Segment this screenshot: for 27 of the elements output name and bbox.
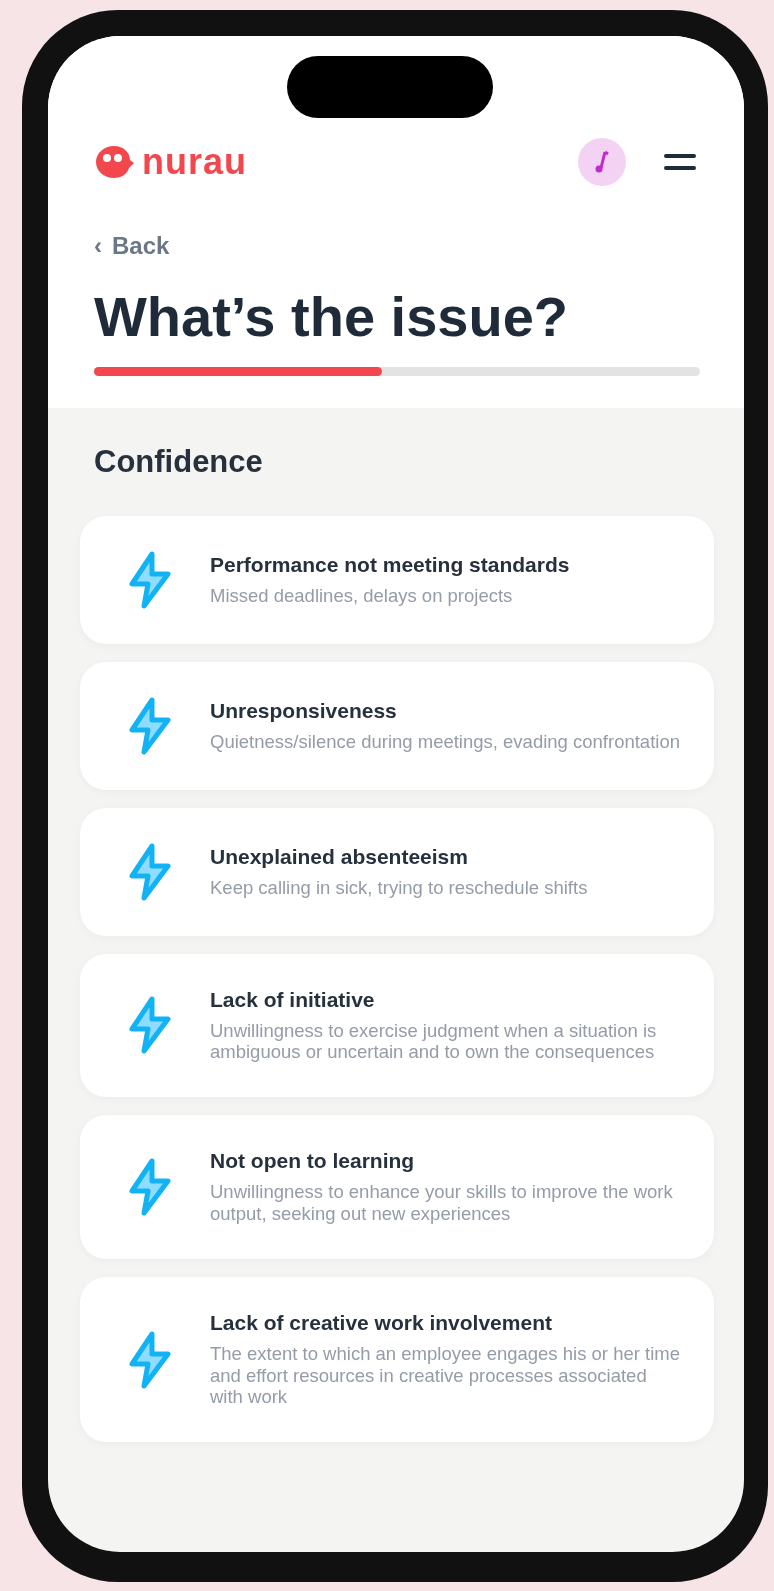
logo-icon <box>94 143 134 180</box>
issue-title: Not open to learning <box>210 1149 416 1174</box>
music-note-icon <box>593 149 611 174</box>
issue-description: Missed deadlines, delays on projects <box>210 584 514 607</box>
issue-description: Keep calling in sick, trying to reschedule shifts <box>210 876 588 899</box>
menu-icon <box>664 152 696 171</box>
issue-description: The extent to which an employee engages his or her time and effort resources in creative processes associated with work <box>210 1342 681 1409</box>
issue-card[interactable]: Performance not meeting standards Missed deadlines, delays on projects <box>80 515 714 644</box>
issue-description: Unwillingness to enhance your skills to improve the work output, seeking out new experiences <box>210 1181 674 1225</box>
issue-title: Unresponsiveness <box>210 698 398 723</box>
logo[interactable]: nurau <box>94 140 247 183</box>
issue-title: Lack of initiative <box>210 987 376 1012</box>
avatar[interactable] <box>578 137 626 186</box>
issue-card[interactable]: Unexplained absenteeism Keep calling in sick, trying to reschedule shifts <box>80 807 714 936</box>
issue-title: Lack of creative work involvement <box>210 1310 553 1335</box>
issue-description: Quietness/silence during meetings, evading confrontation <box>210 730 680 753</box>
issue-description: Unwillingness to exercise judgment when a situation is ambiguous or uncertain and to own the consequences <box>210 1019 658 1064</box>
issue-card[interactable]: Unresponsiveness Quietness/silence during meetings, evading confrontation <box>80 661 714 790</box>
issue-title: Unexplained absenteeism <box>210 844 469 869</box>
section-heading: Confidence <box>94 443 264 480</box>
issue-card[interactable]: Not open to learning Unwillingness to enhance your skills to improve the work output, seeking out new experiences <box>80 1115 714 1259</box>
back-link[interactable]: ‹ Back <box>94 231 170 260</box>
page-title: What’s the issue? <box>94 283 569 349</box>
issue-card[interactable]: Lack of creative work involvement The extent to which an employee engages his or her time and effort resources in creative processes associated with work <box>80 1276 714 1443</box>
logo-text: nurau <box>142 140 247 183</box>
issue-card[interactable]: Lack of initiative Unwillingness to exercise judgment when a situation is ambiguous or uncertain and to own the consequences <box>80 953 714 1098</box>
issue-title: Performance not meeting standards <box>210 552 570 577</box>
